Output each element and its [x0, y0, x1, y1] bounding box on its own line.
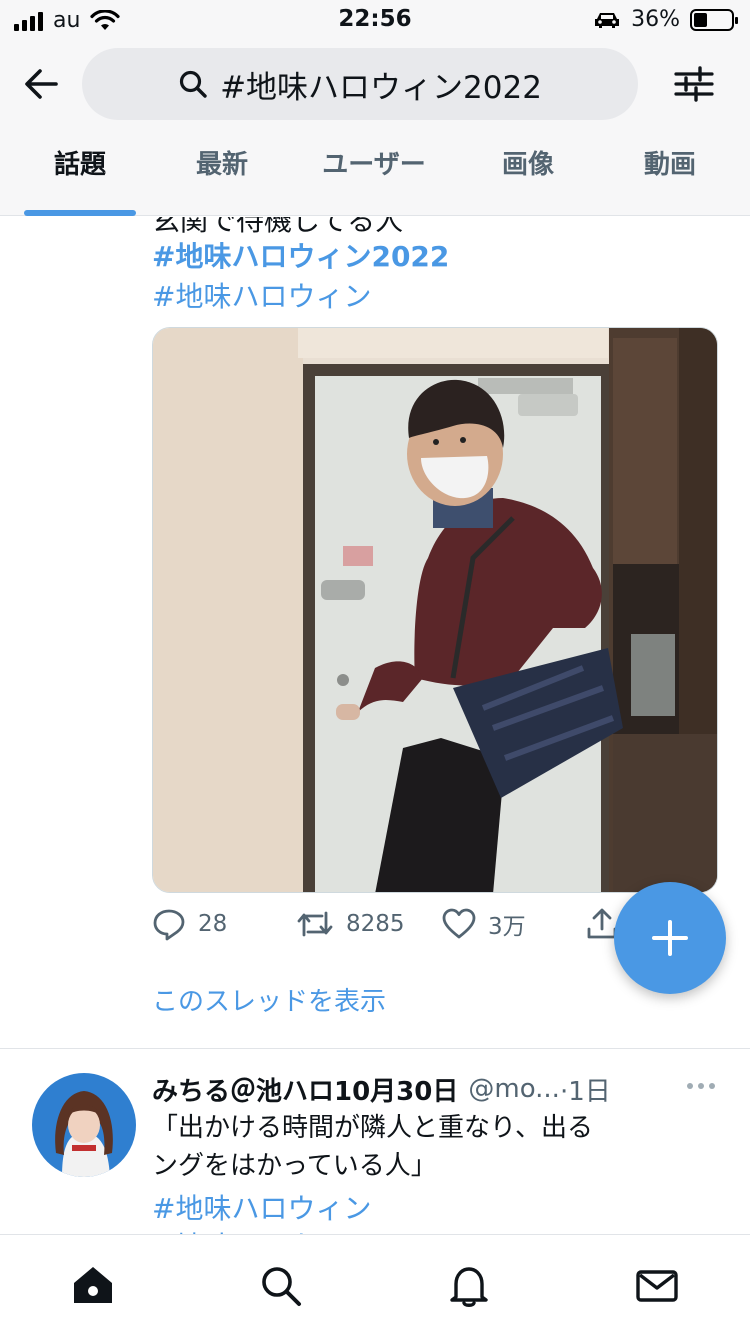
- tweet-author-row[interactable]: みちる＠池ハロ10月30日 @mo... ·1日: [152, 1069, 712, 1109]
- tab-label: 画像: [501, 150, 554, 180]
- like-button[interactable]: 3万: [442, 907, 526, 941]
- search-header: #地味ハロウィン2022 話題 最新 ユーザー 画像 動画: [0, 40, 750, 216]
- status-bar: au 22:56 36%: [0, 0, 750, 40]
- reply-count: 28: [198, 911, 228, 937]
- car-icon: [595, 12, 620, 28]
- tweet-photo[interactable]: [152, 327, 718, 893]
- search-input[interactable]: #地味ハロウィン2022: [82, 48, 638, 120]
- retweet-count: 8285: [346, 911, 405, 937]
- tweet-divider: [0, 1048, 750, 1049]
- search-tabs: 話題 最新 ユーザー 画像 動画: [0, 144, 750, 216]
- avatar-image: [32, 1073, 136, 1177]
- tab-users[interactable]: ユーザー: [304, 144, 444, 216]
- tweet-text-line: ングをはかっている人」: [152, 1151, 437, 1181]
- tweet-text: 「出かける時間が隣人と重なり、出る ングをはかっている人」: [152, 1109, 622, 1185]
- hashtag-link[interactable]: #地味ハロウィン: [152, 275, 371, 315]
- heart-icon: [442, 908, 476, 939]
- hashtag-link[interactable]: #地味ハロウィン2022: [152, 1225, 443, 1234]
- search-query: #地味ハロウィン2022: [220, 69, 542, 106]
- bell-icon[interactable]: [446, 1263, 492, 1309]
- like-count: 3万: [488, 914, 526, 940]
- author-handle: @mo...: [468, 1074, 560, 1104]
- search-icon[interactable]: [258, 1263, 304, 1309]
- tab-label: 動画: [643, 150, 696, 180]
- tab-trending[interactable]: 話題: [24, 144, 136, 216]
- reply-button[interactable]: 28: [152, 907, 227, 941]
- active-tab-indicator: [24, 210, 136, 216]
- hashtag-link[interactable]: #地味ハロウィン: [152, 1187, 371, 1227]
- author-name: みちる＠池ハロ10月30日: [152, 1076, 459, 1107]
- hashtag-link[interactable]: #地味ハロウィン2022: [152, 235, 449, 275]
- tab-label: 最新: [195, 150, 248, 180]
- tweet-time: ·1日: [559, 1076, 611, 1107]
- back-arrow-icon[interactable]: [20, 62, 64, 106]
- plus-icon: [652, 920, 688, 956]
- filter-sliders-icon[interactable]: [672, 62, 716, 106]
- tab-label: 話題: [53, 150, 106, 180]
- search-icon: [179, 70, 207, 98]
- search-results-feed[interactable]: 玄関で待機してる人 #地味ハロウィン2022 #地味ハロウィン 28 8285 …: [0, 217, 750, 1234]
- battery-percent: 36%: [631, 7, 680, 32]
- tab-photos[interactable]: 画像: [472, 144, 584, 216]
- compose-tweet-button[interactable]: [614, 882, 726, 994]
- tweet-text-line: 「出かける時間が隣人と重なり、出る: [152, 1113, 593, 1143]
- retweet-icon: [297, 911, 333, 937]
- reply-icon: [153, 909, 185, 941]
- battery-icon: [690, 8, 738, 31]
- mail-icon[interactable]: [634, 1263, 680, 1309]
- photo-illustration: [153, 328, 717, 892]
- tab-latest[interactable]: 最新: [166, 144, 278, 216]
- more-options-icon[interactable]: [686, 1081, 716, 1091]
- status-right: 36%: [593, 7, 738, 32]
- tab-videos[interactable]: 動画: [614, 144, 726, 216]
- bottom-navigation: [0, 1234, 750, 1334]
- retweet-button[interactable]: 8285: [296, 907, 405, 941]
- home-icon[interactable]: [70, 1263, 116, 1309]
- tab-label: ユーザー: [322, 150, 426, 180]
- avatar[interactable]: [32, 1073, 136, 1177]
- show-thread-link[interactable]: このスレッドを表示: [152, 981, 386, 1018]
